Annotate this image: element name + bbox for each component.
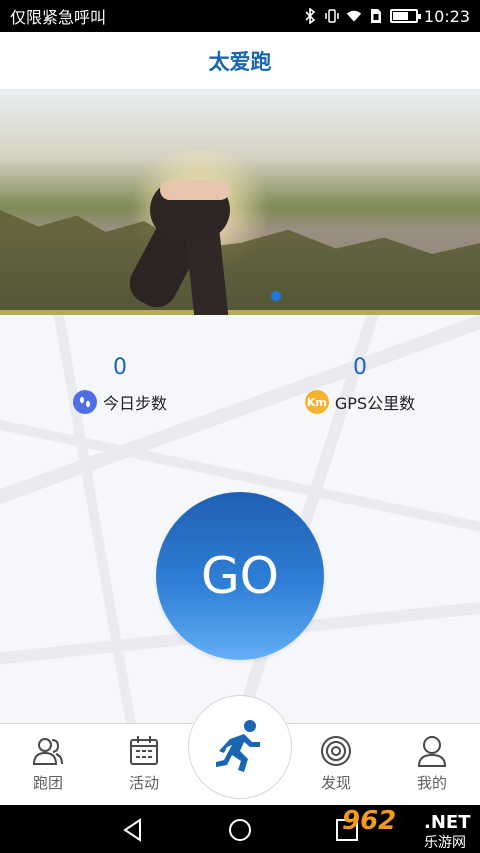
target-icon	[321, 736, 351, 766]
tab-discover[interactable]: 发现	[301, 734, 371, 793]
gps-label-row: Km GPS公里数	[280, 390, 440, 414]
runner-icon	[216, 720, 260, 772]
bluetooth-icon	[302, 8, 318, 24]
tab-mine-label: 我的	[416, 774, 447, 792]
watermark-net: .NET	[424, 812, 471, 833]
tab-activity-label: 活动	[128, 774, 159, 792]
tab-discover-label: 发现	[320, 774, 351, 792]
tab-group-label: 跑团	[32, 774, 63, 792]
tab-run-button[interactable]	[188, 695, 292, 799]
watermark-logo: 962 .NET 乐游网	[340, 806, 480, 852]
tab-activity[interactable]: 活动	[109, 734, 179, 793]
runner-waist	[160, 180, 230, 200]
gps-stat: 0 Km GPS公里数	[280, 355, 440, 414]
carrier-text: 仅限紧急呼叫	[10, 8, 107, 27]
km-icon: Km	[304, 390, 329, 414]
steps-stat: 0 今日步数	[40, 355, 200, 414]
tab-group[interactable]: 跑团	[13, 734, 83, 793]
tab-mine[interactable]: 我的	[397, 734, 467, 793]
gps-label: GPS公里数	[334, 394, 416, 413]
gps-value: 0	[353, 355, 367, 380]
wifi-icon	[346, 8, 362, 24]
carousel-indicator-dot[interactable]	[271, 291, 281, 301]
app-header: 太爱跑	[0, 32, 480, 90]
status-time: 10:23	[423, 6, 470, 26]
home-icon[interactable]	[227, 817, 253, 843]
watermark-sub: 乐游网	[424, 835, 466, 851]
steps-value: 0	[113, 355, 127, 380]
stats-panel: 0 今日步数 0 Km GPS公里数 GO	[0, 315, 480, 723]
steps-label-row: 今日步数	[40, 390, 200, 414]
person-icon	[417, 736, 447, 767]
vibrate-icon	[324, 8, 340, 24]
go-button[interactable]: GO	[156, 492, 324, 660]
footprint-icon	[72, 390, 97, 414]
battery-fill	[392, 12, 409, 20]
back-icon[interactable]	[120, 817, 146, 843]
watermark-number: 962	[342, 806, 397, 836]
banner-carousel[interactable]	[0, 90, 480, 315]
page-title: 太爱跑	[208, 49, 272, 74]
group-icon	[32, 738, 63, 765]
status-bar: 仅限紧急呼叫 10:23	[0, 0, 480, 32]
status-icons: 10:23	[302, 7, 470, 26]
battery-icon	[389, 9, 421, 23]
steps-label: 今日步数	[102, 394, 167, 413]
calendar-icon	[130, 736, 158, 765]
sim-icon	[368, 8, 384, 24]
